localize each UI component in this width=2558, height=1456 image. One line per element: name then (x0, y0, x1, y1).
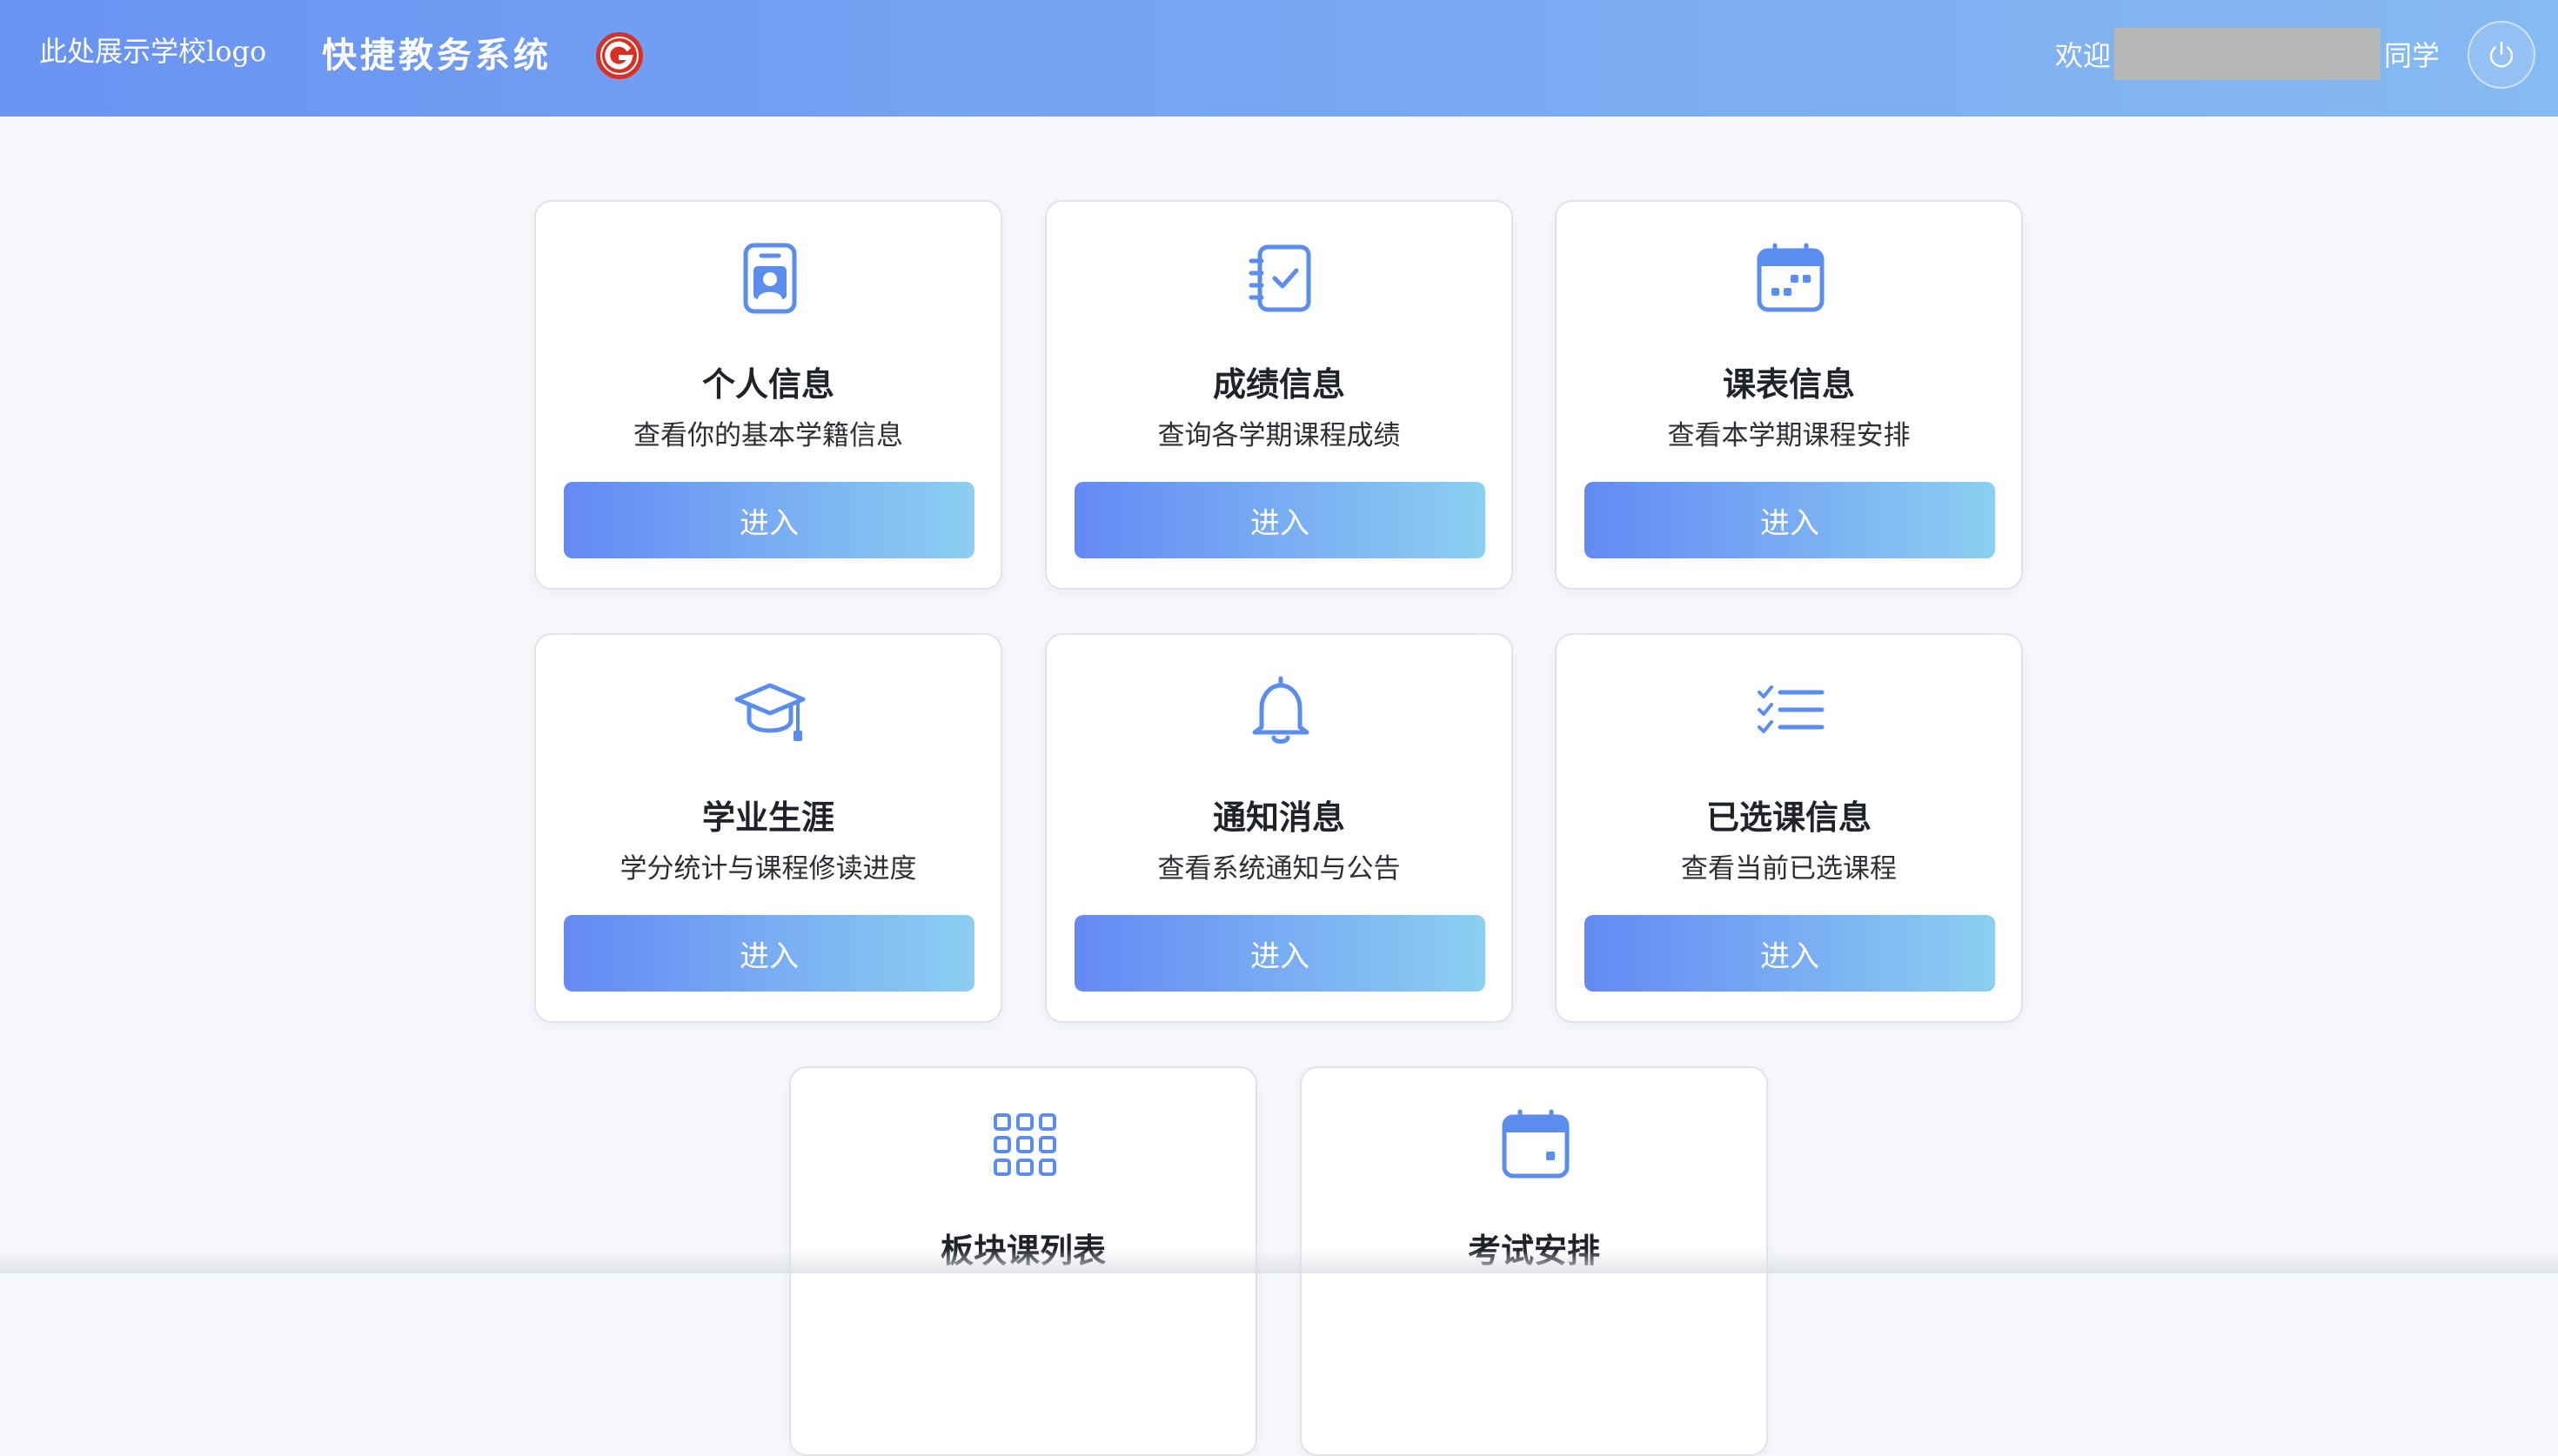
brand-g-logo-icon (595, 31, 644, 80)
top-header: 此处展示学校logo 快捷教务系统 欢迎 同学 (0, 0, 2558, 117)
school-logo-placeholder: 此处展示学校logo (39, 35, 267, 68)
enter-button[interactable]: 进入 (1584, 915, 1995, 992)
card-description: 查看当前已选课程 (1681, 853, 1897, 885)
card-grade-info: 成绩信息 查询各学期课程成绩 进入 (1045, 200, 1513, 590)
card-title: 通知消息 (1212, 798, 1345, 837)
card-description: 学分统计与课程修读进度 (619, 853, 917, 885)
card-title: 成绩信息 (1212, 365, 1345, 404)
card-title: 课表信息 (1722, 365, 1855, 404)
welcome-suffix: 同学 (2383, 39, 2440, 72)
enter-button[interactable]: 进入 (1075, 915, 1485, 992)
card-personal-info: 个人信息 查看你的基本学籍信息 进入 (534, 200, 1002, 590)
card-description: 查看系统通知与公告 (1157, 853, 1401, 885)
card-selected-courses: 已选课信息 查看当前已选课程 进入 (1555, 633, 2023, 1023)
card-title: 考试安排 (1467, 1232, 1600, 1270)
app-title: 快捷教务系统 (322, 36, 552, 76)
logout-button[interactable] (2468, 21, 2535, 89)
grid-icon (988, 1108, 1061, 1181)
card-description: 查询各学期课程成绩 (1157, 420, 1401, 451)
welcome-prefix: 欢迎 (2054, 39, 2111, 72)
enter-button[interactable]: 进入 (1075, 482, 1485, 558)
card-description: 查看本学期课程安排 (1667, 420, 1911, 451)
card-title: 学业生涯 (701, 798, 834, 837)
card-exam-schedule[interactable]: 考试安排 (1300, 1066, 1768, 1456)
welcome-message: 欢迎 同学 (2055, 28, 2440, 80)
card-title: 个人信息 (701, 365, 834, 404)
enter-button[interactable]: 进入 (564, 915, 974, 992)
card-description: 查看你的基本学籍信息 (633, 420, 903, 451)
id-badge-icon (733, 242, 807, 315)
card-notifications: 通知消息 查看系统通知与公告 进入 (1045, 633, 1513, 1023)
enter-button[interactable]: 进入 (564, 482, 974, 558)
power-icon (2489, 41, 2514, 68)
card-title: 已选课信息 (1705, 798, 1872, 837)
redacted-user-name (2113, 28, 2381, 80)
graduation-cap-icon (733, 675, 807, 748)
checklist-icon (1754, 675, 1827, 748)
card-module-course-list[interactable]: 板块课列表 (789, 1066, 1257, 1456)
calendar-schedule-icon (1754, 242, 1827, 315)
bell-icon (1244, 675, 1317, 748)
enter-button[interactable]: 进入 (1584, 482, 1995, 558)
bottom-fade (0, 1249, 2558, 1273)
card-timetable-info: 课表信息 查看本学期课程安排 进入 (1555, 200, 2023, 590)
card-title: 板块课列表 (940, 1232, 1106, 1270)
calendar-icon (1499, 1108, 1572, 1181)
notebook-check-icon (1244, 242, 1317, 315)
card-academic-career: 学业生涯 学分统计与课程修读进度 进入 (534, 633, 1002, 1023)
